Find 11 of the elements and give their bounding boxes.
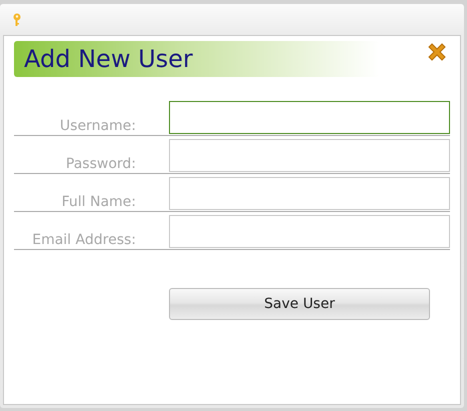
input-field[interactable] bbox=[169, 177, 450, 210]
key-icon bbox=[12, 12, 22, 26]
save-button[interactable]: Save User bbox=[169, 288, 430, 320]
field-label: Username: bbox=[58, 118, 136, 135]
field-label: Password: bbox=[64, 156, 136, 173]
input-field[interactable] bbox=[169, 139, 450, 172]
input-field[interactable] bbox=[169, 215, 450, 248]
field-label: Full Name: bbox=[60, 194, 136, 211]
close-icon[interactable] bbox=[426, 41, 448, 63]
input-field[interactable] bbox=[169, 101, 450, 134]
field-label: Email Address: bbox=[31, 232, 136, 249]
